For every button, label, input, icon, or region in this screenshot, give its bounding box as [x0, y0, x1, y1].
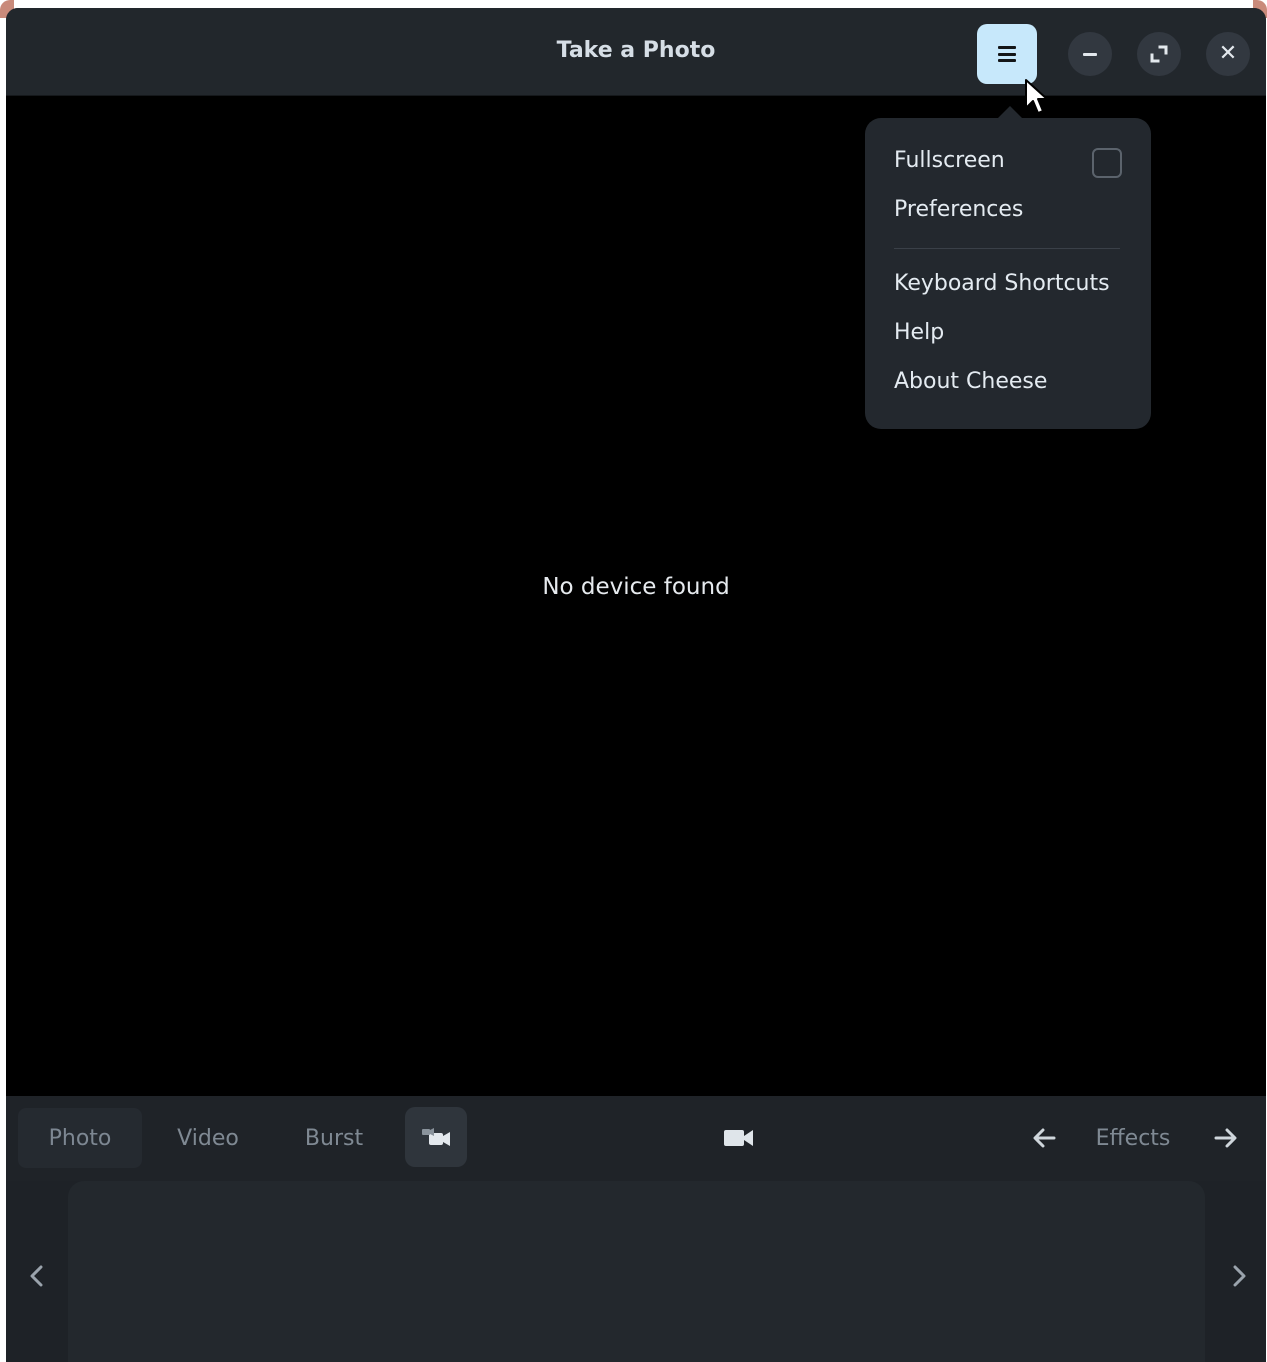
menu-separator — [894, 248, 1120, 249]
main-menu-popover: Fullscreen Preferences Keyboard Shortcut… — [865, 118, 1151, 429]
close-icon: ✕ — [1218, 41, 1238, 66]
arrow-right-icon[interactable] — [1210, 1122, 1242, 1154]
switch-camera-button[interactable] — [405, 1107, 467, 1167]
minimize-button[interactable] — [1068, 32, 1112, 76]
maximize-button[interactable] — [1137, 32, 1181, 76]
mode-bar: Photo Video Burst Effects — [6, 1096, 1266, 1181]
minimize-icon — [1083, 52, 1097, 56]
menu-item-fullscreen[interactable]: Fullscreen — [894, 148, 1005, 173]
hamburger-icon — [998, 46, 1016, 62]
video-camera-icon[interactable] — [722, 1127, 756, 1149]
mouse-pointer-icon — [1025, 79, 1048, 114]
close-button[interactable]: ✕ — [1206, 32, 1250, 76]
main-menu-button[interactable] — [977, 24, 1037, 84]
menu-item-help[interactable]: Help — [894, 320, 944, 345]
menu-item-preferences[interactable]: Preferences — [894, 197, 1023, 222]
arrow-left-icon[interactable] — [1028, 1122, 1060, 1154]
menu-item-keyboard-shortcuts[interactable]: Keyboard Shortcuts — [894, 271, 1110, 296]
cheese-window: Take a Photo ✕ No device found Photo Vid… — [6, 8, 1266, 1362]
switch-camera-icon — [422, 1128, 450, 1146]
chevron-right-icon[interactable] — [1226, 1261, 1252, 1291]
tab-burst[interactable]: Burst — [272, 1108, 396, 1168]
thumbnail-bar — [6, 1181, 1266, 1362]
menu-item-about-cheese[interactable]: About Cheese — [894, 369, 1047, 394]
no-device-message: No device found — [542, 574, 730, 600]
thumbnail-strip[interactable] — [68, 1181, 1205, 1362]
tab-photo[interactable]: Photo — [18, 1108, 142, 1168]
header-bar: Take a Photo ✕ — [6, 8, 1266, 96]
effects-button[interactable]: Effects — [1072, 1108, 1194, 1168]
fullscreen-checkbox[interactable] — [1092, 148, 1122, 178]
tab-video[interactable]: Video — [146, 1108, 270, 1168]
chevron-left-icon[interactable] — [24, 1261, 50, 1291]
maximize-icon — [1150, 45, 1168, 63]
